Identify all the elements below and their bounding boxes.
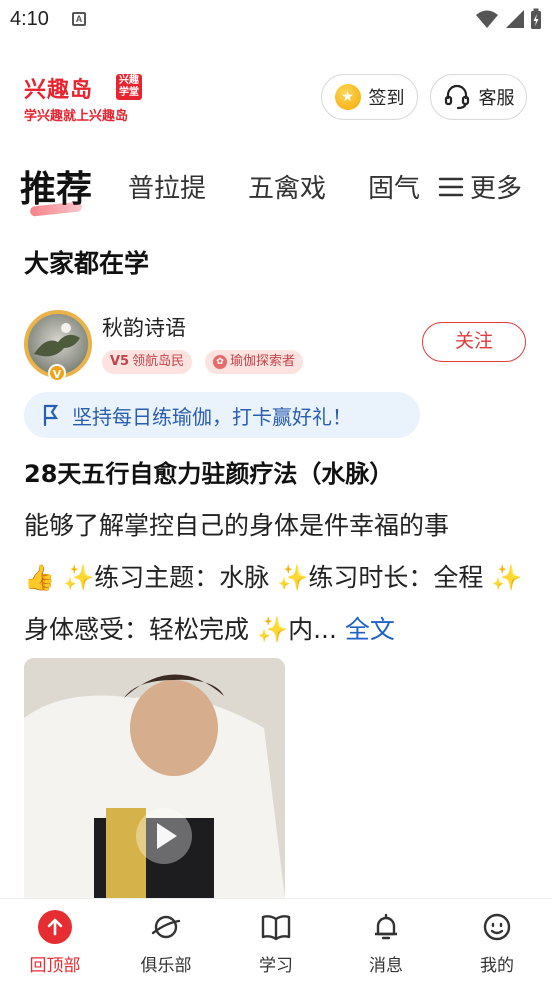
nav-mine[interactable]: 我的 — [452, 909, 542, 976]
lotus-icon: ✿ — [213, 355, 227, 369]
smiley-icon — [483, 913, 511, 941]
sparkle-icon: ✨ — [63, 563, 95, 592]
checkin-label: 签到 — [368, 88, 405, 109]
checkin-button[interactable]: ★ 签到 — [321, 74, 418, 120]
more-label: 更多 — [470, 174, 523, 204]
tab-wuqinxi[interactable]: 五禽戏 — [248, 168, 326, 205]
nav-study[interactable]: 学习 — [231, 909, 321, 976]
arrow-up-icon — [38, 910, 72, 944]
wifi-icon — [476, 10, 498, 28]
author-avatar[interactable]: V — [20, 306, 96, 382]
nav-label-top: 回顶部 — [29, 956, 81, 976]
post-body-theme: 练习主题：水脉 — [94, 563, 278, 592]
coin-icon: ★ — [334, 84, 361, 110]
nav-label-club: 俱乐部 — [140, 956, 192, 976]
app-logo: 兴趣岛 兴趣学堂 学兴趣就上兴趣岛 — [24, 72, 148, 126]
tab-guqi[interactable]: 固气 — [368, 168, 420, 205]
sparkle-icon: ✨ — [277, 563, 309, 592]
signal-icon — [506, 10, 524, 28]
follow-button[interactable]: 关注 — [422, 322, 526, 362]
book-icon — [261, 915, 291, 941]
challenge-tip[interactable]: 坚持每日练瑜伽，打卡赢好礼！ — [24, 392, 420, 438]
post-body-duration: 练习时长：全程 — [308, 563, 492, 592]
service-label: 客服 — [478, 88, 515, 109]
status-time: 4:10 — [10, 8, 49, 30]
planet-icon — [151, 915, 181, 939]
menu-icon — [438, 177, 464, 196]
avatar-level-badge: V — [48, 364, 66, 382]
battery-icon — [531, 8, 541, 29]
category-tabs: 推荐 普拉提 五禽戏 固气 更多 — [0, 160, 552, 220]
headset-icon — [444, 84, 469, 110]
nav-messages[interactable]: 消息 — [341, 909, 431, 976]
author-name[interactable]: 秋韵诗语 — [102, 312, 186, 342]
tab-recommend[interactable]: 推荐 — [20, 160, 92, 212]
flag-icon — [43, 404, 59, 427]
role-badge: ✿ 瑜伽探索者 — [205, 350, 304, 374]
post-video-thumbnail[interactable] — [24, 658, 285, 898]
section-title: 大家都在学 — [24, 249, 150, 278]
logo-text: 兴趣岛 — [24, 78, 94, 103]
post-body-tail: 内... — [288, 615, 337, 644]
tab-more-button[interactable]: 更多 — [438, 168, 522, 205]
post-body[interactable]: 能够了解掌控自己的身体是件幸福的事 👍 ✨练习主题：水脉 ✨练习时长：全程 ✨身… — [24, 500, 530, 656]
level-badge-level: V5 — [110, 354, 130, 369]
bottom-navigation: 回顶部 俱乐部 学习 消息 我的 — [0, 898, 552, 983]
status-bar: 4:10 A — [0, 0, 552, 40]
nav-label-mine: 我的 — [480, 956, 514, 976]
role-badge-text: 瑜伽探索者 — [230, 354, 296, 369]
play-icon[interactable] — [136, 808, 192, 864]
nav-label-messages: 消息 — [369, 956, 403, 976]
tab-pilates[interactable]: 普拉提 — [128, 168, 206, 205]
nav-label-study: 学习 — [259, 956, 293, 976]
notification-icon: A — [72, 12, 86, 26]
post-body-intro: 能够了解掌控自己的身体是件幸福的事 — [24, 511, 450, 540]
status-icons — [476, 8, 542, 30]
post-title[interactable]: 28天五行自愈力驻颜疗法（水脉） — [24, 454, 393, 489]
logo-slogan: 学兴趣就上兴趣岛 — [24, 109, 129, 124]
customer-service-button[interactable]: 客服 — [430, 74, 527, 120]
thumbs-up-icon: 👍 — [24, 563, 56, 592]
level-badge: V5 领航岛民 — [102, 350, 193, 374]
sparkle-icon: ✨ — [256, 615, 289, 644]
logo-badge: 兴趣学堂 — [116, 74, 142, 100]
nav-club[interactable]: 俱乐部 — [121, 909, 211, 976]
bell-icon — [375, 913, 397, 940]
tip-text: 坚持每日练瑜伽，打卡赢好礼！ — [72, 404, 352, 429]
read-more-link[interactable]: 全文 — [345, 615, 395, 644]
sparkle-icon: ✨ — [491, 563, 523, 592]
post-body-feeling: 身体感受：轻松完成 — [24, 615, 257, 644]
level-badge-text: 领航岛民 — [132, 354, 185, 369]
nav-back-to-top[interactable]: 回顶部 — [10, 909, 100, 976]
